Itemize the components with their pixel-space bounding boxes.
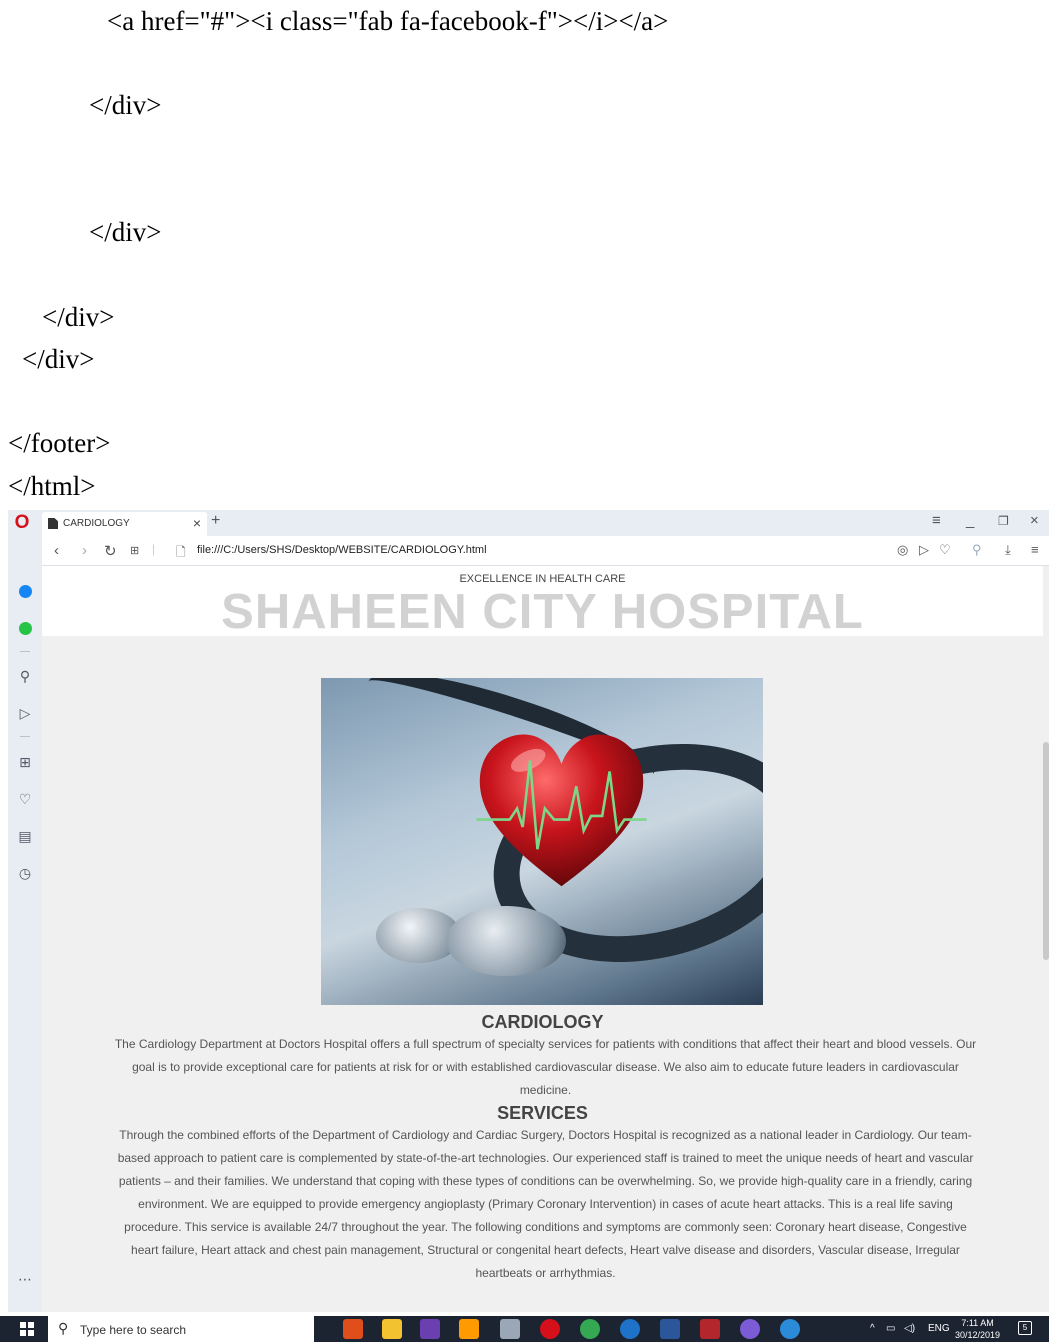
cardiology-text: The Cardiology Department at Doctors Hos… — [114, 1037, 977, 1097]
taskbar-search-input[interactable]: ⚲ Type here to search — [48, 1316, 314, 1342]
download-icon[interactable]: ⤓ — [1005, 542, 1011, 558]
camera-icon[interactable]: ◎ — [897, 542, 908, 558]
language-indicator[interactable]: ENG — [928, 1323, 950, 1334]
search-icon: ⚲ — [58, 1320, 69, 1336]
app-icon[interactable] — [500, 1319, 520, 1339]
time: 7:11 AM — [961, 1318, 994, 1328]
notification-center-icon[interactable]: 5 — [1018, 1321, 1032, 1335]
back-icon[interactable]: ‹ — [54, 542, 59, 559]
network-icon[interactable]: ▭ — [886, 1323, 895, 1334]
windows-start-icon[interactable] — [20, 1322, 34, 1336]
opera-icon[interactable] — [540, 1319, 560, 1339]
forward-icon[interactable]: › — [82, 542, 87, 559]
messenger-icon[interactable] — [15, 582, 35, 602]
sidebar: ⚲ ▷ ⊞ ♡ ▤ ◷ ⋯ — [8, 536, 42, 1312]
close-window-icon[interactable]: × — [1030, 512, 1039, 529]
chrome-icon[interactable] — [580, 1319, 600, 1339]
search-page-icon[interactable]: ⚲ — [972, 542, 982, 558]
code-line: <a href="#"><i class="fab fa-facebook-f"… — [107, 6, 669, 36]
code-line: </div> — [22, 344, 95, 374]
speed-dial-icon[interactable]: ⊞ — [15, 753, 35, 773]
new-tab-icon[interactable]: + — [211, 512, 220, 530]
cardiology-hero-image — [321, 678, 763, 1005]
code-line: </div> — [42, 302, 115, 332]
show-hidden-icons-icon[interactable]: ^ — [870, 1323, 875, 1334]
heart-ecg-icon — [476, 734, 647, 887]
file-icon: 🗋 — [176, 545, 186, 559]
code-line: </html> — [8, 471, 96, 501]
access-icon[interactable] — [700, 1319, 720, 1339]
minimize-icon[interactable]: _ — [966, 512, 974, 529]
search-icon[interactable]: ⚲ — [15, 667, 35, 687]
restore-icon[interactable]: ❐ — [998, 514, 1009, 528]
services-section: SERVICES Through the combined efforts of… — [42, 1103, 1043, 1285]
sublime-text-icon[interactable] — [459, 1319, 479, 1339]
opera-logo-icon[interactable]: O — [12, 513, 32, 533]
page-scrollbar[interactable] — [1043, 566, 1049, 1312]
web-page: EXCELLENCE IN HEALTH CARE SHAHEEN CITY H… — [42, 566, 1043, 1312]
easy-setup-icon[interactable]: ≡ — [1031, 542, 1039, 557]
heart-icon[interactable]: ♡ — [939, 542, 951, 558]
address-divider: | — [152, 542, 156, 556]
taskbar: ⚲ Type here to search ^ ▭ ◁) ENG 7:11 AM… — [0, 1316, 1049, 1342]
url-field[interactable]: file:///C:/Users/SHS/Desktop/WEBSITE/CAR… — [197, 544, 487, 556]
date: 30/12/2019 — [955, 1330, 1001, 1340]
code-line: </div> — [89, 217, 162, 247]
close-tab-icon[interactable]: × — [193, 515, 201, 531]
browser-window: O CARDIOLOGY × + ≡ _ ❐ × ‹ › ↻ ⊞ | 🗋 fil… — [8, 510, 1049, 1312]
page-header: EXCELLENCE IN HEALTH CARE SHAHEEN CITY H… — [42, 566, 1043, 639]
services-text: Through the combined efforts of the Depa… — [117, 1128, 974, 1280]
hospital-name: SHAHEEN CITY HOSPITAL — [221, 585, 864, 639]
sidebar-divider — [20, 736, 30, 737]
tab-bar: O CARDIOLOGY × + ≡ _ ❐ × — [8, 510, 1049, 536]
speed-dial-icon[interactable]: ⊞ — [130, 544, 139, 557]
page-icon — [48, 518, 58, 529]
more-icon[interactable]: ⋯ — [15, 1270, 35, 1290]
app-icon[interactable] — [780, 1319, 800, 1339]
edge-icon[interactable] — [620, 1319, 640, 1339]
file-explorer-icon[interactable] — [382, 1319, 402, 1339]
whatsapp-icon[interactable] — [15, 619, 35, 639]
cardiology-heading: CARDIOLOGY — [481, 1012, 604, 1032]
tab-cardiology[interactable]: CARDIOLOGY × — [42, 512, 207, 536]
visual-studio-icon[interactable] — [420, 1319, 440, 1339]
scrollbar-thumb[interactable] — [1043, 742, 1049, 960]
history-clock-icon[interactable]: ◷ — [15, 864, 35, 884]
reload-icon[interactable]: ↻ — [104, 542, 117, 560]
send-icon[interactable]: ▷ — [15, 704, 35, 724]
app-icon[interactable] — [740, 1319, 760, 1339]
code-line: </footer> — [8, 428, 111, 458]
search-placeholder: Type here to search — [80, 1323, 187, 1337]
code-line: </div> — [89, 90, 162, 120]
tab-menu-icon[interactable]: ≡ — [932, 512, 941, 529]
search-app-icon[interactable] — [343, 1319, 363, 1339]
sidebar-divider — [20, 651, 30, 652]
cardiology-section: CARDIOLOGY The Cardiology Department at … — [42, 1012, 1043, 1102]
address-bar: ‹ › ↻ ⊞ | 🗋 file:///C:/Users/SHS/Desktop… — [42, 536, 1049, 566]
volume-icon[interactable]: ◁) — [904, 1323, 915, 1334]
code-document: <a href="#"><i class="fab fa-facebook-f"… — [0, 0, 1049, 508]
stethoscope-chestpiece — [446, 906, 566, 976]
bookmarks-heart-icon[interactable]: ♡ — [15, 790, 35, 810]
send-icon[interactable]: ▷ — [919, 542, 929, 558]
word-icon[interactable] — [660, 1319, 680, 1339]
news-icon[interactable]: ▤ — [15, 827, 35, 847]
services-heading: SERVICES — [497, 1103, 588, 1123]
clock[interactable]: 7:11 AM 30/12/2019 — [955, 1317, 1000, 1341]
tab-title: CARDIOLOGY — [63, 518, 130, 529]
